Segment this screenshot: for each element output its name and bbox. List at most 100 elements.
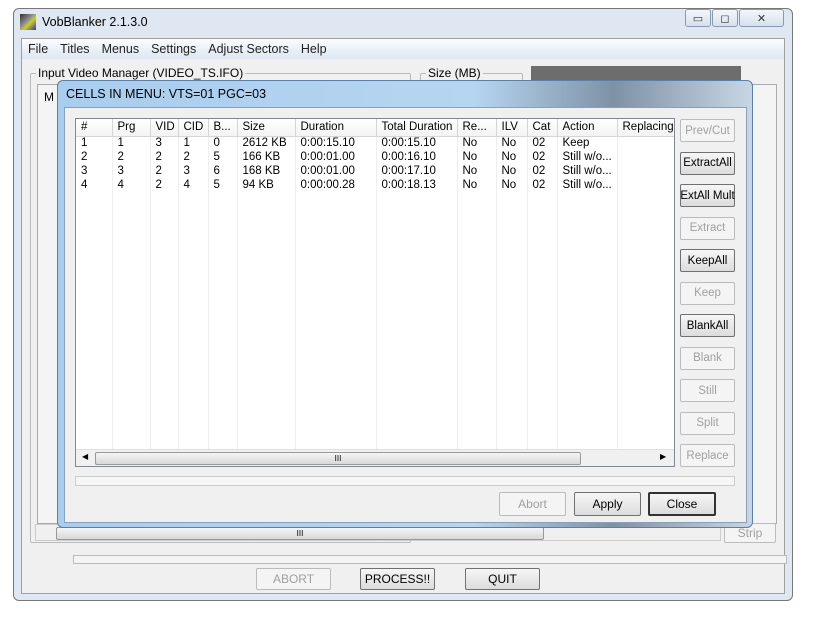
- empty-cell: [150, 290, 179, 304]
- list-hscrollbar[interactable]: ◀ III ▶: [76, 449, 674, 466]
- empty-cell: [295, 192, 377, 206]
- empty-cell: [237, 248, 296, 262]
- empty-cell: [178, 290, 209, 304]
- column-header[interactable]: Re...: [457, 119, 497, 137]
- empty-cell: [208, 430, 238, 444]
- table-cell: 02: [527, 164, 558, 178]
- process-button[interactable]: PROCESS!!: [360, 568, 435, 590]
- empty-cell: [237, 262, 296, 276]
- cells-dialog: CELLS IN MENU: VTS=01 PGC=03 # Prg VID CID B…: [57, 80, 753, 528]
- table-cell: No: [457, 136, 497, 150]
- table-row[interactable]: 1 1 3 1 0 2612 KB 0:00:15.10 0:00:15.10 No No 02 Ke…: [76, 136, 674, 150]
- empty-cell: [376, 388, 458, 402]
- empty-cell: [557, 276, 618, 290]
- extract-button[interactable]: Extract: [680, 216, 735, 240]
- empty-cell: [295, 206, 377, 220]
- menu-titles[interactable]: Titles: [60, 42, 89, 56]
- main-progress-bar: [73, 555, 787, 564]
- extall-mult-button[interactable]: ExtAll Mult: [680, 184, 735, 207]
- column-header[interactable]: VID: [150, 119, 179, 137]
- empty-cell: [76, 402, 113, 416]
- scroll-left-arrow-icon[interactable]: ◀: [82, 452, 88, 461]
- empty-cell: [617, 220, 674, 234]
- prev-cut-button[interactable]: Prev/Cut: [680, 119, 735, 142]
- empty-cell: [76, 318, 113, 332]
- maximize-button[interactable]: ◻: [712, 9, 738, 27]
- column-header[interactable]: Duration: [295, 119, 377, 137]
- empty-cell: [150, 220, 179, 234]
- menu-adjust-sectors[interactable]: Adjust Sectors: [208, 42, 289, 56]
- column-header[interactable]: #: [76, 119, 113, 137]
- scroll-right-arrow-icon[interactable]: ▶: [660, 452, 666, 461]
- table-cell: 0:00:00.28: [295, 178, 377, 192]
- dialog-client: # Prg VID CID B... Size Duration Total Duration…: [64, 107, 747, 523]
- empty-cell: [376, 374, 458, 388]
- empty-cell: [376, 416, 458, 430]
- empty-cell: [527, 332, 558, 346]
- tab-label[interactable]: M: [44, 90, 54, 104]
- empty-cell: [295, 402, 377, 416]
- blankall-button[interactable]: BlankAll: [680, 314, 735, 337]
- empty-cell: [76, 360, 113, 374]
- blank-button[interactable]: Blank: [680, 346, 735, 370]
- table-row[interactable]: 3 3 2 3 6 168 KB 0:00:01.00 0:00:17.10 No No 02 Sti…: [76, 164, 674, 178]
- table-cell: No: [496, 178, 528, 192]
- empty-cell: [76, 388, 113, 402]
- close-window-button[interactable]: ✕: [739, 9, 784, 27]
- column-header[interactable]: Action: [557, 119, 618, 137]
- table-row[interactable]: 4 4 2 4 5 94 KB 0:00:00.28 0:00:18.13 No No 02 Stil…: [76, 178, 674, 192]
- column-header[interactable]: Size: [237, 119, 296, 137]
- table-cell: [617, 164, 674, 178]
- menu-settings[interactable]: Settings: [151, 42, 196, 56]
- menu-menus[interactable]: Menus: [102, 42, 140, 56]
- quit-button[interactable]: QUIT: [465, 568, 540, 590]
- table-row[interactable]: 2 2 2 2 5 166 KB 0:00:01.00 0:00:16.10 No No 02 Sti…: [76, 150, 674, 164]
- menu-help[interactable]: Help: [301, 42, 327, 56]
- empty-cell: [376, 206, 458, 220]
- apply-button[interactable]: Apply: [574, 492, 641, 516]
- empty-cell: [376, 304, 458, 318]
- dialog-title: CELLS IN MENU: VTS=01 PGC=03: [66, 87, 267, 101]
- empty-cell: [557, 206, 618, 220]
- empty-cell: [178, 234, 209, 248]
- empty-cell: [76, 248, 113, 262]
- still-button[interactable]: Still: [680, 379, 735, 402]
- column-header[interactable]: B...: [208, 119, 238, 137]
- empty-cell: [150, 304, 179, 318]
- empty-cell: [76, 206, 113, 220]
- extractall-button[interactable]: ExtractAll: [680, 151, 735, 175]
- column-header[interactable]: Replacing: [617, 119, 674, 137]
- list-scroll-thumb[interactable]: III: [95, 452, 581, 465]
- empty-cell: [112, 276, 151, 290]
- empty-cell: [76, 430, 113, 444]
- empty-cell: [496, 360, 528, 374]
- column-header[interactable]: ILV: [496, 119, 528, 137]
- empty-cell: [527, 318, 558, 332]
- close-button[interactable]: Close: [648, 492, 716, 516]
- empty-cell: [376, 290, 458, 304]
- column-header[interactable]: Cat: [527, 119, 558, 137]
- keep-button[interactable]: Keep: [680, 281, 735, 305]
- column-header[interactable]: CID: [178, 119, 209, 137]
- empty-cell: [208, 318, 238, 332]
- scroll-thumb[interactable]: III: [56, 527, 544, 540]
- menu-file[interactable]: File: [28, 42, 48, 56]
- empty-cell: [527, 248, 558, 262]
- empty-cell: [237, 304, 296, 318]
- empty-cell: [208, 388, 238, 402]
- table-cell: 02: [527, 178, 558, 192]
- cells-list[interactable]: # Prg VID CID B... Size Duration Total Duration…: [75, 118, 675, 467]
- empty-cell: [496, 430, 528, 444]
- empty-cell: [527, 416, 558, 430]
- split-button[interactable]: Split: [680, 411, 735, 435]
- replace-button[interactable]: Replace: [680, 444, 735, 467]
- keepall-button[interactable]: KeepAll: [680, 249, 735, 272]
- empty-cell: [557, 234, 618, 248]
- column-header[interactable]: Prg: [112, 119, 151, 137]
- table-cell: 0:00:01.00: [295, 150, 377, 164]
- abort-main-button[interactable]: ABORT: [256, 568, 331, 590]
- column-header[interactable]: Total Duration: [376, 119, 458, 137]
- table-cell: 0:00:15.10: [376, 136, 458, 150]
- minimize-button[interactable]: ▭: [685, 9, 711, 27]
- dialog-abort-button[interactable]: Abort: [499, 492, 566, 516]
